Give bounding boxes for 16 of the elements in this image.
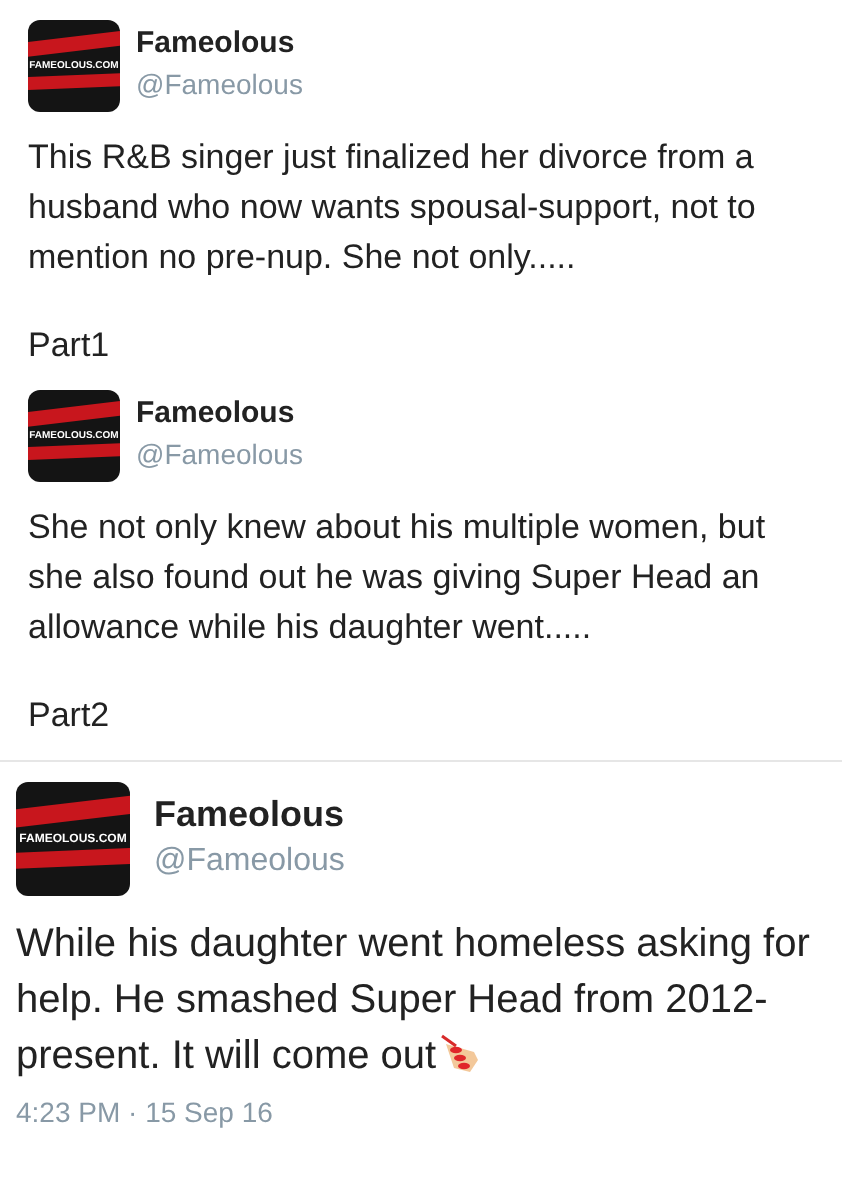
part-label: Part2	[28, 694, 112, 738]
logo-stripes-drawing	[28, 31, 120, 90]
tweet-text: While his daughter went homeless asking for help. He smashed Super Head from 2012-present. It will come out	[16, 920, 812, 1082]
tweet-text: She not only knew about his multiple women, but she also found out he was giving Super Head an allowance while his daughter went.....	[28, 506, 768, 650]
nail-polish-icon	[438, 1032, 483, 1076]
part-label: Part1	[28, 324, 112, 368]
author-name: Fameolous	[154, 792, 345, 838]
tweet-text: This R&B singer just finalized her divorce from a husband who now wants spousal-support, not to mention no pre-nup. She not only.....	[28, 136, 758, 280]
author-name: Fameolous	[136, 394, 297, 434]
logo-stripes-drawing	[28, 401, 120, 460]
logo-stripes-drawing	[16, 795, 130, 869]
timestamp: 4:23 PM · 15 Sep 16	[16, 1094, 275, 1132]
author-handle: @Fameolous	[136, 66, 303, 104]
author-handle: @Fameolous	[136, 436, 303, 474]
author-name: Fameolous	[136, 24, 297, 64]
author-handle: @Fameolous	[154, 842, 345, 882]
